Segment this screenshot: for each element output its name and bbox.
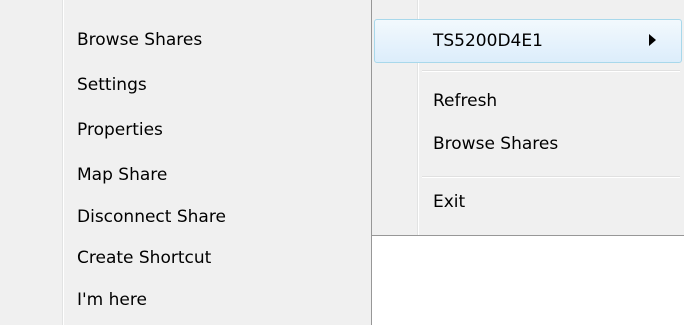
submenu-item-disconnect-share[interactable]: Disconnect Share	[77, 202, 226, 232]
submenu-item-settings[interactable]: Settings	[77, 70, 147, 100]
submenu-arrow-icon	[649, 34, 656, 46]
menu-item-browse-shares[interactable]: Browse Shares	[433, 129, 558, 159]
menu-separator	[422, 70, 680, 72]
menu-item-device[interactable]: TS5200D4E1	[433, 26, 543, 56]
submenu-item-properties[interactable]: Properties	[77, 115, 163, 145]
device-submenu: Browse Shares Settings Properties Map Sh…	[0, 0, 372, 325]
menu-item-refresh[interactable]: Refresh	[433, 86, 497, 116]
submenu-item-create-shortcut[interactable]: Create Shortcut	[77, 243, 211, 273]
submenu-item-browse-shares[interactable]: Browse Shares	[77, 25, 202, 55]
menu-item-exit[interactable]: Exit	[433, 187, 465, 217]
submenu-gutter-divider	[62, 0, 64, 325]
menu-separator	[422, 176, 680, 178]
tray-context-menu: TS5200D4E1 Refresh Browse Shares Exit	[372, 0, 684, 236]
submenu-item-im-here[interactable]: I'm here	[77, 285, 147, 315]
submenu-item-map-share[interactable]: Map Share	[77, 160, 167, 190]
